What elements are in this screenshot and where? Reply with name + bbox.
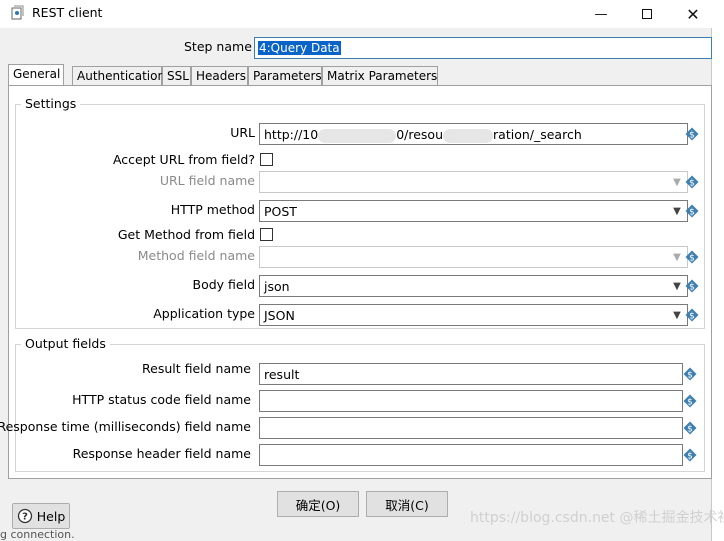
ok-button[interactable]: 确定(O)	[277, 491, 359, 517]
variable-icon[interactable]: $	[685, 250, 699, 264]
chevron-down-icon: ▼	[673, 309, 681, 321]
response-time-label: Response time (milliseconds) field name	[0, 419, 251, 434]
variable-icon[interactable]: $	[685, 127, 699, 141]
result-field-name-label: Result field name	[142, 361, 251, 376]
settings-group-title: Settings	[21, 96, 81, 111]
tab-matrix-parameters[interactable]: Matrix Parameters	[322, 66, 438, 86]
variable-icon[interactable]: $	[683, 421, 697, 435]
application-type-select[interactable]: JSON ▼	[259, 304, 688, 326]
background-log-text: g connection.	[0, 528, 75, 541]
output-fields-group-title: Output fields	[21, 336, 110, 351]
step-name-input[interactable]: 4:Query Data	[254, 37, 712, 59]
svg-text:$: $	[689, 312, 695, 322]
body-field-value: json	[264, 279, 290, 294]
svg-text:$: $	[687, 371, 693, 381]
get-method-checkbox[interactable]	[260, 228, 273, 241]
general-tab-panel: Settings URL http://10 0/resou ration/_sea…	[0, 85, 712, 479]
cancel-button[interactable]: 取消(C)	[366, 491, 448, 517]
variable-icon[interactable]: $	[685, 175, 699, 189]
url-mid: 0/resou	[396, 127, 444, 142]
variable-icon[interactable]: $	[685, 204, 699, 218]
svg-text:$: $	[689, 283, 695, 293]
tab-parameters[interactable]: Parameters	[248, 66, 322, 86]
variable-icon[interactable]: $	[683, 448, 697, 462]
accept-url-checkbox[interactable]	[260, 153, 273, 166]
title-bar: REST client — ✕	[0, 0, 712, 28]
step-name-value: 4:Query Data	[258, 41, 341, 55]
chevron-down-icon: ▼	[673, 280, 681, 292]
close-icon: ✕	[686, 4, 700, 24]
step-name-label: Step name	[184, 39, 252, 54]
http-status-code-input[interactable]	[259, 390, 683, 412]
url-redaction	[443, 128, 494, 143]
http-status-code-label: HTTP status code field name	[72, 392, 251, 407]
accept-url-label: Accept URL from field?	[112, 152, 255, 167]
tab-general[interactable]: General	[8, 64, 64, 87]
http-method-value: POST	[264, 204, 297, 219]
svg-text:$: $	[689, 254, 695, 264]
help-button-label: Help	[36, 508, 66, 524]
result-field-name-value: result	[264, 367, 300, 382]
maximize-button[interactable]	[624, 0, 670, 28]
svg-text:$: $	[689, 179, 695, 189]
application-type-value: JSON	[264, 308, 295, 323]
get-method-label: Get Method from field	[117, 227, 255, 242]
url-redaction	[318, 128, 397, 143]
response-header-input[interactable]	[259, 444, 683, 466]
chevron-down-icon: ▼	[673, 176, 681, 188]
tab-authentication[interactable]: Authentication	[72, 66, 165, 86]
method-field-name-label: Method field name	[137, 248, 255, 263]
svg-text:$: $	[689, 131, 695, 141]
url-prefix: http://10	[264, 127, 319, 142]
svg-text:$: $	[689, 208, 695, 218]
url-field-name-select[interactable]: ▼	[259, 171, 688, 193]
svg-text:?: ?	[22, 512, 28, 523]
variable-icon[interactable]: $	[683, 394, 697, 408]
window-title: REST client	[32, 5, 103, 20]
body-field-select[interactable]: json ▼	[259, 275, 688, 297]
tab-headers[interactable]: Headers	[191, 66, 248, 86]
chevron-down-icon: ▼	[673, 205, 681, 217]
variable-icon[interactable]: $	[685, 279, 699, 293]
url-label: URL	[230, 125, 255, 140]
url-suffix: ration/_search	[493, 127, 582, 142]
app-icon	[11, 5, 24, 20]
http-method-select[interactable]: POST ▼	[259, 200, 688, 222]
result-field-name-input[interactable]: result	[259, 363, 683, 385]
svg-text:$: $	[687, 425, 693, 435]
svg-text:$: $	[687, 398, 693, 408]
http-method-label: HTTP method	[170, 202, 255, 217]
url-field-name-label: URL field name	[159, 173, 255, 188]
variable-icon[interactable]: $	[683, 367, 697, 381]
help-button[interactable]: ? Help	[12, 503, 70, 529]
response-time-input[interactable]	[259, 417, 683, 439]
maximize-icon	[642, 9, 652, 19]
variable-icon[interactable]: $	[685, 308, 699, 322]
tab-ssl[interactable]: SSL	[162, 66, 191, 86]
question-circle-icon: ?	[17, 508, 32, 524]
minimize-button[interactable]: —	[578, 0, 624, 28]
rest-client-dialog: REST client — ✕ Step name 4:Query Data G…	[0, 0, 724, 541]
close-button[interactable]: ✕	[670, 0, 716, 28]
watermark: https://blog.csdn.net @稀土掘金技术社区	[470, 510, 724, 526]
minimize-icon: —	[594, 6, 608, 22]
chevron-down-icon: ▼	[673, 251, 681, 263]
method-field-name-select[interactable]: ▼	[259, 246, 688, 268]
response-header-label: Response header field name	[72, 446, 251, 461]
body-field-label: Body field	[192, 277, 256, 292]
url-input[interactable]: http://10 0/resou ration/_search	[259, 123, 688, 145]
svg-text:$: $	[687, 452, 693, 462]
application-type-label: Application type	[153, 306, 255, 321]
